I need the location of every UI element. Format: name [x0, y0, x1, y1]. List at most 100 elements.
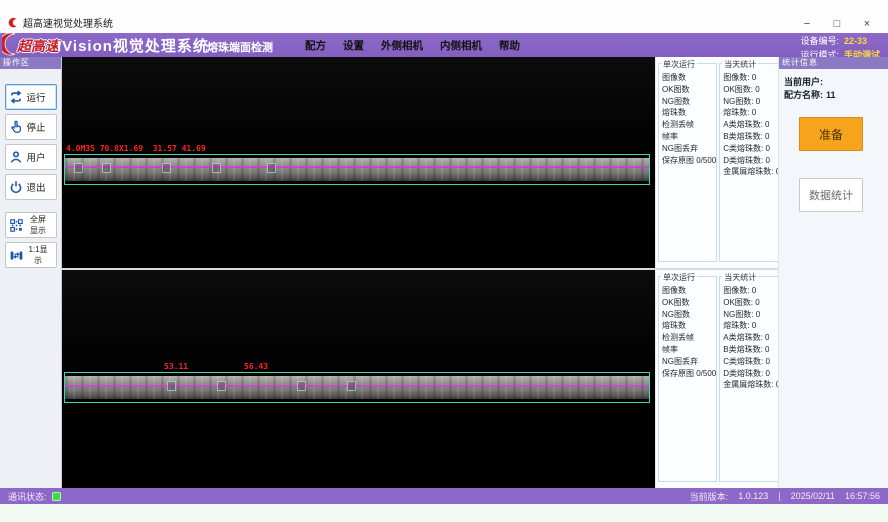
status-bar: 通讯状态: 当前版本: 1.0.123 | 2025/02/11 16:57:5…: [0, 488, 888, 504]
run-label: 运行: [27, 90, 46, 104]
stop-button[interactable]: 停止: [5, 114, 57, 140]
feature-box: [102, 163, 111, 173]
feature-box: [167, 381, 176, 391]
prepare-button[interactable]: 准备: [799, 117, 863, 151]
detection-rect: [64, 372, 650, 403]
measurement-annotation: 4.0M35 70.8X1.69 31.57 41.69: [66, 144, 206, 153]
menu-item[interactable]: 外侧相机: [381, 38, 423, 53]
window-title: 超高速视觉处理系统: [23, 15, 113, 30]
user-icon: [9, 150, 24, 165]
stat-row: OK图数: 0: [720, 84, 780, 96]
close-icon[interactable]: ×: [852, 18, 882, 30]
menu-item[interactable]: 内侧相机: [440, 38, 482, 53]
stat-row: OK图数: [659, 84, 716, 96]
app-logo-icon: [7, 17, 18, 28]
titlebar: 超高速视觉处理系统 − □ ×: [0, 0, 888, 33]
device-no-value: 22-33: [844, 36, 880, 46]
app-name: IVision视觉处理系统: [57, 35, 209, 56]
camera-viewports: 4.0M35 70.8X1.69 31.57 41.69 53.11 56.43: [62, 57, 655, 488]
measurement-annotation: 53.11: [164, 362, 188, 371]
data-statistics-button[interactable]: 数据统计: [799, 178, 863, 212]
outer-camera-view[interactable]: 4.0M35 70.8X1.69 31.57 41.69: [62, 57, 655, 268]
comm-status-indicator: [52, 492, 61, 501]
stat-row: 熔珠数: [659, 320, 716, 332]
run-button[interactable]: 运行: [5, 84, 57, 110]
daily-stats-title: 当天统计: [722, 272, 758, 283]
stat-row: 金属屑熔珠数: 0: [720, 166, 780, 178]
stat-row: NG图数: [659, 309, 716, 321]
operation-sidebar: 操作区 运行: [0, 57, 62, 488]
menu-item[interactable]: 设置: [343, 38, 364, 53]
stat-row: NG图数: 0: [720, 96, 780, 108]
statistics-column: 单次运行 图像数OK图数NG图数熔珠数检测丢帧帧率NG图丢弃保存原图 0/500…: [655, 57, 778, 488]
fullscreen-button[interactable]: 全屏显示: [5, 212, 57, 238]
app-window: 超高速视觉处理系统 − □ × 超高速 IVision视觉处理系统 熔珠端面检测…: [0, 0, 888, 522]
app-subtitle: 熔珠端面检测: [207, 39, 273, 55]
feature-box: [74, 163, 83, 173]
strip-detection-overlay: 53.11 56.43: [64, 372, 650, 403]
stat-row: 图像数: 0: [720, 285, 780, 297]
single-run-group: 单次运行 图像数OK图数NG图数熔珠数检测丢帧帧率NG图丢弃保存原图 0/500: [658, 63, 717, 262]
stat-row: OK图数: 0: [720, 297, 780, 309]
status-time: 16:57:56: [845, 491, 880, 501]
measurement-annotation: 56.43: [244, 362, 268, 371]
feature-box: [217, 381, 226, 391]
stat-row: B类熔珠数: 0: [720, 344, 780, 356]
exit-button[interactable]: 退出: [5, 174, 57, 200]
version-label: 当前版本:: [690, 490, 729, 503]
inner-camera-view[interactable]: 53.11 56.43: [62, 270, 655, 488]
cycle-arrows-icon: [9, 90, 24, 105]
exit-label: 退出: [27, 180, 46, 194]
measure-line: [65, 385, 649, 387]
stat-row: 熔珠数: 0: [720, 107, 780, 119]
single-run-group: 单次运行 图像数OK图数NG图数熔珠数检测丢帧帧率NG图丢弃保存原图 0/500: [658, 276, 717, 482]
one-to-one-icon: [9, 248, 24, 263]
recipe-name-value: 11: [826, 90, 836, 100]
stat-row: C类熔珠数: 0: [720, 356, 780, 368]
menu-item[interactable]: 帮助: [499, 38, 520, 53]
user-button[interactable]: 用户: [5, 144, 57, 170]
stat-row: NG图丢弃: [659, 356, 716, 368]
one-to-one-button[interactable]: 1:1显示: [5, 242, 57, 268]
stat-row: A类熔珠数: 0: [720, 332, 780, 344]
stat-row: 检测丢帧: [659, 119, 716, 131]
status-separator: |: [778, 491, 780, 501]
minimize-icon[interactable]: −: [792, 18, 822, 30]
stat-row: 帧率: [659, 131, 716, 143]
stat-row: C类熔珠数: 0: [720, 143, 780, 155]
detection-rect: [64, 154, 650, 185]
stat-row: OK图数: [659, 297, 716, 309]
fullscreen-label: 全屏显示: [27, 214, 50, 236]
sidebar-title: 操作区: [0, 57, 61, 69]
feature-box: [162, 163, 171, 173]
one-to-one-label: 1:1显示: [27, 244, 50, 266]
feature-box: [297, 381, 306, 391]
stat-row: 金属屑熔珠数: 0: [720, 379, 780, 391]
app-header: 超高速 IVision视觉处理系统 熔珠端面检测 配方设置外侧相机内侧相机帮助 …: [0, 33, 888, 57]
menu-item[interactable]: 配方: [305, 38, 326, 53]
stat-row: 检测丢帧: [659, 332, 716, 344]
window-controls: − □ ×: [792, 18, 882, 30]
single-run-title: 单次运行: [661, 272, 697, 283]
stats-panel-top: 单次运行 图像数OK图数NG图数熔珠数检测丢帧帧率NG图丢弃保存原图 0/500…: [655, 57, 778, 268]
maximize-icon[interactable]: □: [822, 18, 852, 30]
daily-stats-title: 当天统计: [722, 59, 758, 70]
desktop-strip: [0, 504, 888, 522]
menu-bar: 配方 设置 外侧相机 内侧相机 帮助: [305, 33, 520, 57]
version-value: 1.0.123: [738, 491, 768, 501]
user-label: 用户: [27, 150, 46, 164]
stat-row: D类熔珠数: 0: [720, 368, 780, 380]
feature-box: [347, 381, 356, 391]
stats-panel-bottom: 单次运行 图像数OK图数NG图数熔珠数检测丢帧帧率NG图丢弃保存原图 0/500…: [655, 270, 778, 488]
power-icon: [9, 180, 24, 195]
stat-row: B类熔珠数: 0: [720, 131, 780, 143]
feature-box: [212, 163, 221, 173]
stat-row: 图像数: [659, 72, 716, 84]
comm-status-label: 通讯状态:: [8, 490, 47, 503]
measure-line: [65, 166, 649, 168]
feature-box: [267, 163, 276, 173]
stat-row: D类熔珠数: 0: [720, 155, 780, 167]
stat-row: 帧率: [659, 344, 716, 356]
single-run-title: 单次运行: [661, 59, 697, 70]
stat-row: 熔珠数: 0: [720, 320, 780, 332]
